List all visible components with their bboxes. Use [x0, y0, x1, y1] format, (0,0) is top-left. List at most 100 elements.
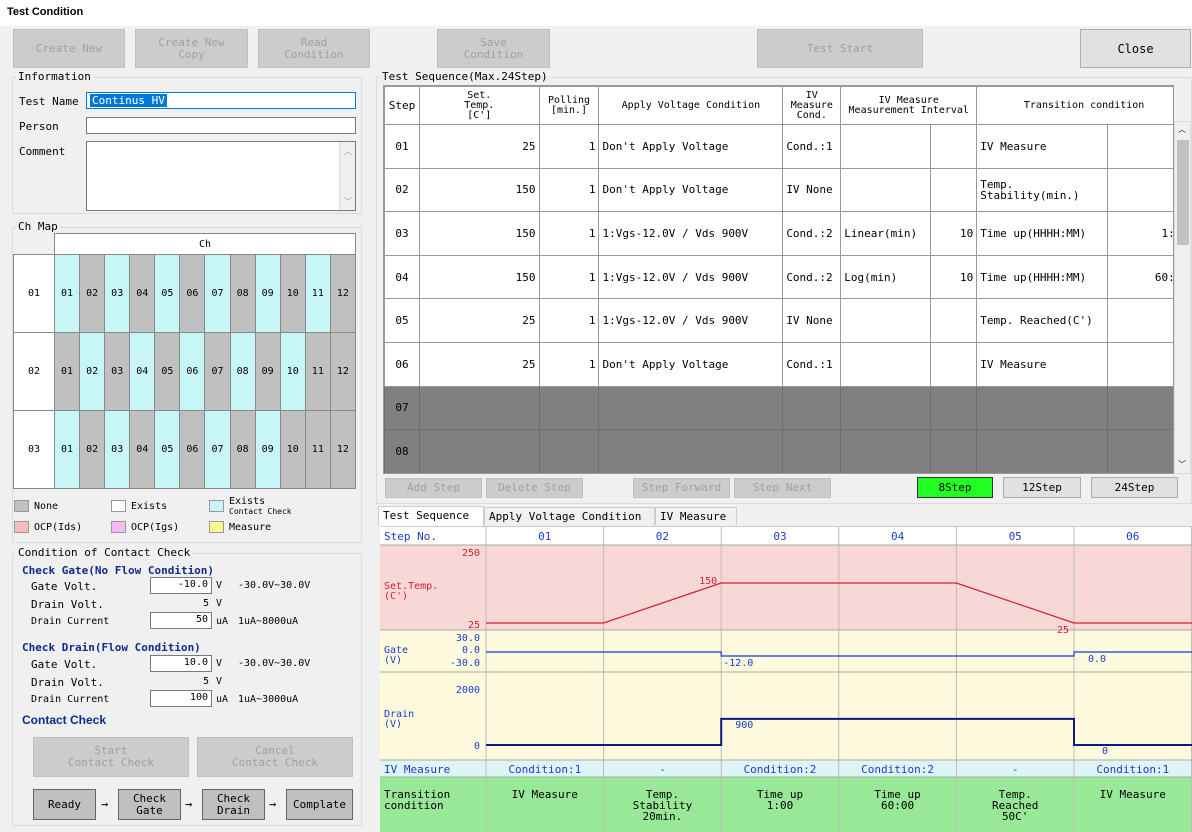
seq-cell-iv[interactable]: IV None: [782, 298, 842, 343]
seq-cell-temp[interactable]: 25: [418, 124, 540, 169]
seq-cell-apply[interactable]: 1:Vgs-12.0V / Vds 900V: [598, 211, 784, 256]
sequence-row[interactable]: 04 150 1 1:Vgs-12.0V / Vds 900V Cond.:2 Log(m…: [384, 254, 1173, 300]
sequence-row[interactable]: 02 150 1 Don't Apply Voltage IV None Temp. St…: [384, 167, 1173, 213]
seq-cell-temp[interactable]: 25: [418, 298, 540, 343]
seq-cell-poll[interactable]: 1: [538, 124, 600, 169]
seq-cell-empty[interactable]: [840, 429, 932, 473]
sequence-row-empty[interactable]: 07: [384, 385, 1173, 431]
tab-apply-voltage[interactable]: Apply Voltage Condition: [484, 507, 655, 525]
seq-cell-trans-val[interactable]: 1:00: [1107, 211, 1173, 256]
seq-cell-empty[interactable]: [1107, 385, 1173, 431]
read-condition-button[interactable]: Read Condition: [258, 29, 370, 68]
seq-cell-empty[interactable]: [930, 429, 978, 473]
seq-cell-empty[interactable]: [598, 429, 784, 473]
cancel-contact-check-button[interactable]: Cancel Contact Check: [197, 737, 353, 777]
chmap-cell[interactable]: 01: [53, 410, 81, 489]
test-start-button[interactable]: Test Start: [757, 29, 923, 68]
seq-cell-int-mode[interactable]: [840, 124, 932, 169]
seq-cell-empty[interactable]: [782, 429, 842, 473]
chmap-cell[interactable]: 11: [304, 410, 331, 489]
chmap-cell[interactable]: 09: [254, 410, 281, 489]
chmap-cell[interactable]: 06: [179, 254, 206, 333]
seq-cell-temp[interactable]: 25: [418, 341, 540, 387]
chmap-cell[interactable]: 05: [154, 410, 181, 489]
seq-cell-iv[interactable]: Cond.:2: [782, 254, 842, 300]
seq-cell-empty[interactable]: [782, 385, 842, 431]
scroll-up-icon[interactable]: ︿: [1178, 124, 1186, 135]
comment-scrollbar[interactable]: ︿ ﹀: [339, 142, 355, 210]
seq-cell-poll[interactable]: 1: [538, 341, 600, 387]
chmap-cell[interactable]: 02: [79, 332, 106, 411]
seq-cell-apply[interactable]: 1:Vgs-12.0V / Vds 900V: [598, 254, 784, 300]
comment-textarea[interactable]: [86, 141, 356, 211]
seq-cell-empty[interactable]: [976, 385, 1109, 431]
seq-cell-empty[interactable]: [930, 385, 978, 431]
seq-cell-iv[interactable]: Cond.:2: [782, 211, 842, 256]
sequence-row[interactable]: 01 25 1 Don't Apply Voltage Cond.:1 IV Measur…: [384, 124, 1173, 169]
chmap-cell[interactable]: 12: [329, 410, 357, 489]
seq-cell-trans-val[interactable]: 60:00: [1107, 254, 1173, 300]
seq-cell-empty[interactable]: [840, 385, 932, 431]
chmap-cell[interactable]: 10: [279, 254, 306, 333]
chmap-cell[interactable]: 07: [204, 410, 231, 489]
add-step-button[interactable]: Add Step: [385, 478, 482, 498]
person-input[interactable]: [86, 117, 356, 134]
seq-cell-int-mode[interactable]: Linear(min): [840, 211, 932, 256]
chmap-cell[interactable]: 07: [204, 254, 231, 333]
chmap-cell[interactable]: 01: [53, 254, 81, 333]
seq-cell-step[interactable]: 04: [384, 254, 420, 300]
seq-cell-iv[interactable]: Cond.:1: [782, 341, 842, 387]
12step-button[interactable]: 12Step: [1003, 477, 1081, 498]
seq-cell-apply[interactable]: 1:Vgs-12.0V / Vds 900V: [598, 298, 784, 343]
seq-cell-step[interactable]: 06: [384, 341, 420, 387]
seq-cell-iv[interactable]: IV None: [782, 167, 842, 213]
seq-cell-step[interactable]: 03: [384, 211, 420, 256]
seq-cell-int-mode[interactable]: [840, 167, 932, 213]
chmap-cell[interactable]: 12: [329, 332, 357, 411]
seq-cell-trans[interactable]: Temp. Stability(min.): [976, 167, 1109, 213]
seq-cell-poll[interactable]: 1: [538, 167, 600, 213]
seq-cell-trans[interactable]: IV Measure: [976, 341, 1109, 387]
seq-cell-int-val[interactable]: [930, 298, 978, 343]
gate-drain-cur-input[interactable]: 50: [150, 612, 212, 629]
seq-cell-empty[interactable]: [538, 385, 600, 431]
chmap-cell[interactable]: 01: [53, 332, 81, 411]
seq-cell-int-val[interactable]: 10: [930, 211, 978, 256]
seq-cell-temp[interactable]: 150: [418, 211, 540, 256]
chmap-cell[interactable]: 04: [129, 254, 156, 333]
seq-cell-poll[interactable]: 1: [538, 211, 600, 256]
chmap-cell[interactable]: 10: [279, 332, 306, 411]
seq-cell-step[interactable]: 01: [384, 124, 420, 169]
seq-cell-trans[interactable]: Temp. Reached(C'): [976, 298, 1109, 343]
drain-gate-volt-input[interactable]: 10.0: [150, 655, 212, 672]
seq-cell-trans[interactable]: IV Measure: [976, 124, 1109, 169]
seq-cell-empty[interactable]: [418, 385, 540, 431]
seq-cell-temp[interactable]: 150: [418, 167, 540, 213]
seq-cell-int-mode[interactable]: [840, 298, 932, 343]
chmap-cell[interactable]: 06: [179, 332, 206, 411]
seq-cell-int-val[interactable]: 10: [930, 254, 978, 300]
test-name-input[interactable]: Continus HV: [86, 92, 356, 109]
sequence-row[interactable]: 06 25 1 Don't Apply Voltage Cond.:1 IV Measur…: [384, 341, 1173, 387]
seq-cell-int-mode[interactable]: [840, 341, 932, 387]
tab-test-sequence[interactable]: Test Sequence: [378, 506, 484, 526]
chmap-cell[interactable]: 09: [254, 254, 281, 333]
24step-button[interactable]: 24Step: [1091, 477, 1178, 498]
chmap-cell[interactable]: 03: [104, 332, 131, 411]
seq-cell-int-val[interactable]: [930, 341, 978, 387]
chmap-cell[interactable]: 03: [104, 254, 131, 333]
chmap-cell[interactable]: 09: [254, 332, 281, 411]
seq-cell-trans-val[interactable]: -: [1107, 124, 1173, 169]
seq-cell-empty[interactable]: [418, 429, 540, 473]
seq-cell-poll[interactable]: 1: [538, 298, 600, 343]
seq-cell-trans[interactable]: Time up(HHHH:MM): [976, 211, 1109, 256]
chmap-cell[interactable]: 05: [154, 332, 181, 411]
chmap-cell[interactable]: 02: [79, 410, 106, 489]
chmap-cell[interactable]: 08: [229, 410, 256, 489]
sequence-row[interactable]: 05 25 1 1:Vgs-12.0V / Vds 900V IV None Temp. …: [384, 298, 1173, 343]
chmap-cell[interactable]: 04: [129, 332, 156, 411]
delete-step-button[interactable]: Delete Step: [486, 478, 583, 498]
step-forward-button[interactable]: Step Forward: [633, 478, 730, 498]
chmap-cell[interactable]: 08: [229, 254, 256, 333]
seq-cell-empty[interactable]: 07: [384, 385, 420, 431]
